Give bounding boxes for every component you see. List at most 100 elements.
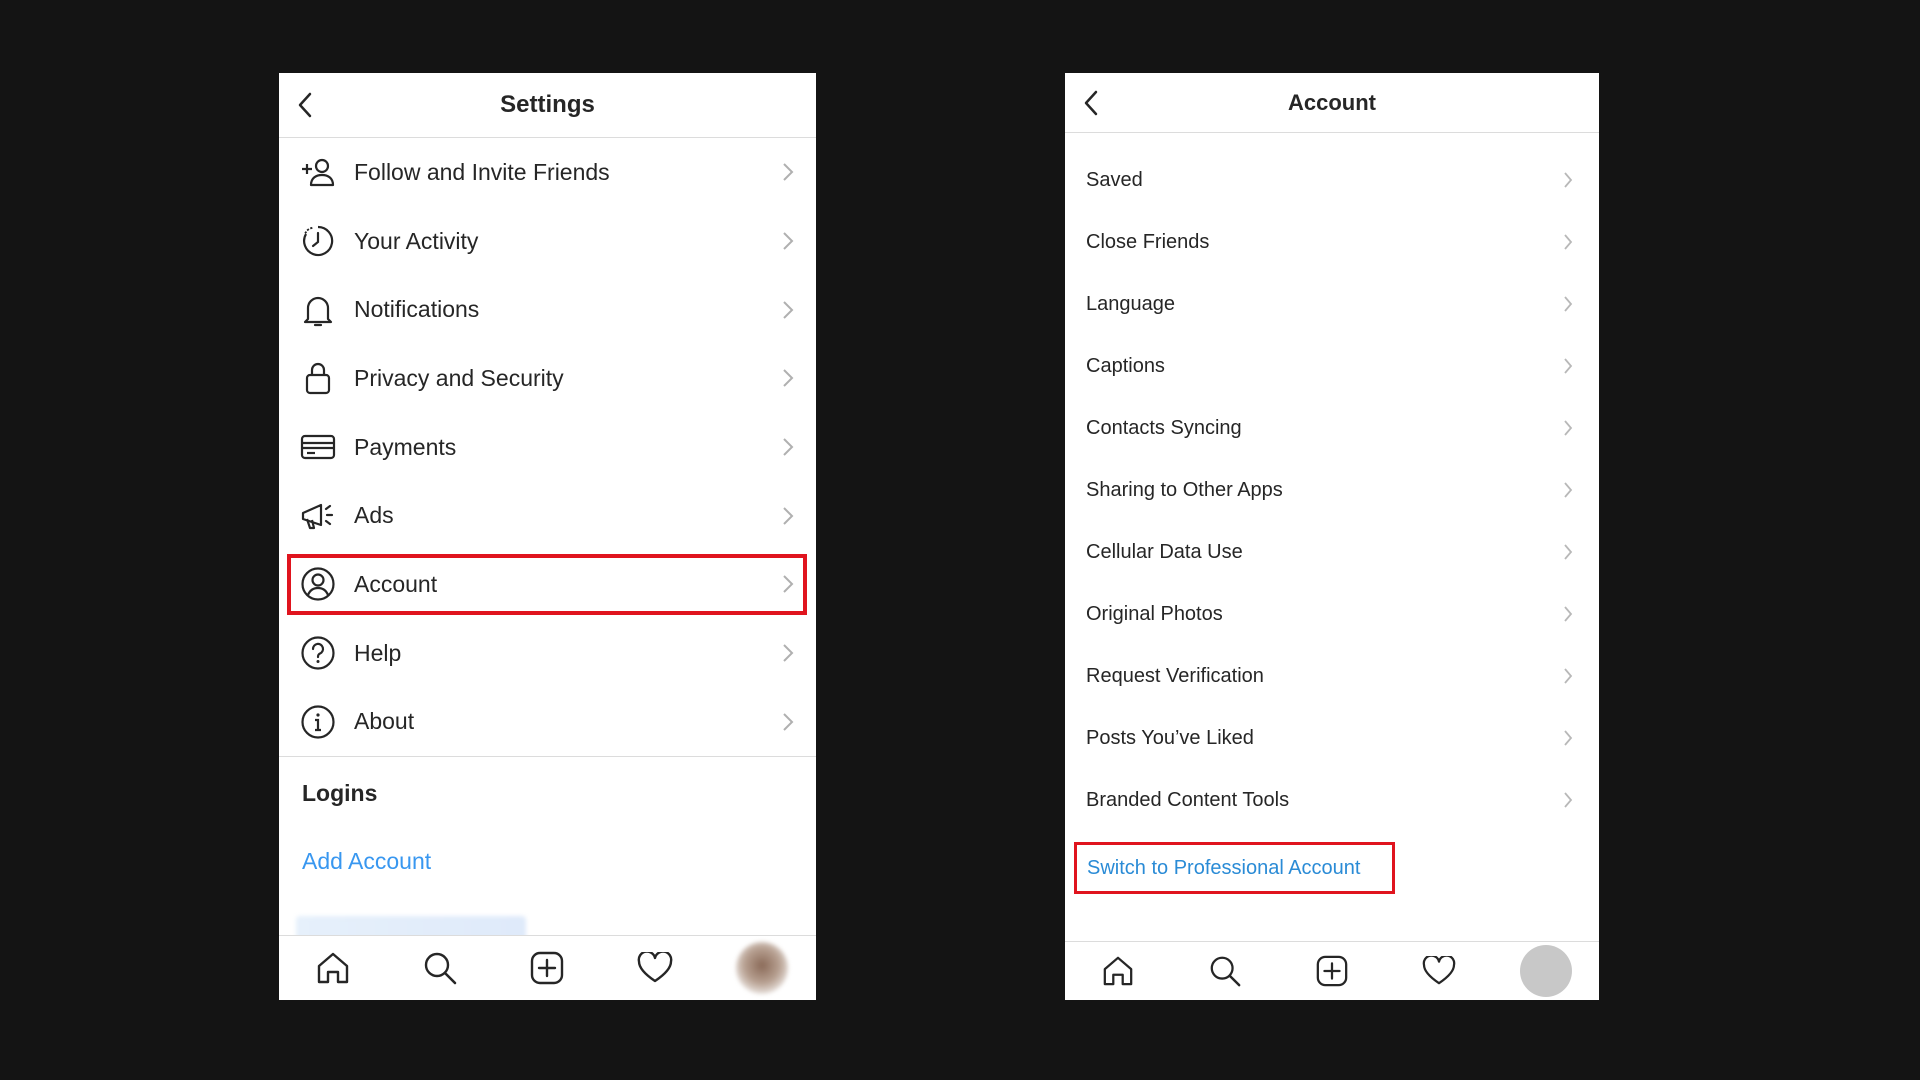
settings-item-follow-invite[interactable]: Follow and Invite Friends [279, 138, 816, 207]
chevron-right-icon [1563, 604, 1577, 624]
add-post-icon [1316, 955, 1348, 987]
chevron-right-icon [1563, 232, 1577, 252]
account-header: Account [1065, 73, 1599, 133]
account-item-label: Original Photos [1086, 602, 1223, 625]
account-icon [299, 565, 337, 603]
avatar [1519, 945, 1572, 997]
settings-item-account[interactable]: Account [279, 550, 816, 619]
account-item-branded-content[interactable]: Branded Content Tools [1065, 769, 1599, 831]
add-account-link[interactable]: Add Account [302, 848, 431, 875]
bottom-tab-bar [1065, 941, 1599, 1000]
chevron-right-icon [782, 712, 796, 732]
settings-item-your-activity[interactable]: Your Activity [279, 207, 816, 276]
account-item-label: Contacts Syncing [1086, 416, 1242, 439]
tab-home[interactable] [1088, 946, 1148, 996]
settings-item-label: About [354, 708, 415, 735]
section-divider [279, 756, 816, 758]
account-item-label: Cellular Data Use [1086, 540, 1243, 563]
info-icon [299, 703, 337, 741]
account-item-label: Saved [1086, 168, 1143, 191]
account-item-close-friends[interactable]: Close Friends [1065, 211, 1599, 273]
account-list: Saved Close Friends Language Captions Co… [1065, 133, 1599, 831]
chevron-right-icon [1563, 542, 1577, 562]
chevron-right-icon [782, 643, 796, 663]
page-title: Settings [500, 91, 595, 118]
settings-item-label: Follow and Invite Friends [354, 158, 610, 185]
settings-list: Follow and Invite Friends Your Activity … [279, 138, 816, 758]
settings-item-notifications[interactable]: Notifications [279, 275, 816, 344]
settings-screen: Settings Follow and Invite Friends Your … [279, 73, 816, 1000]
settings-item-about[interactable]: About [279, 688, 816, 757]
chevron-right-icon [782, 368, 796, 388]
settings-item-ads[interactable]: Ads [279, 481, 816, 550]
tab-search[interactable] [1195, 946, 1255, 996]
chevron-right-icon [782, 437, 796, 457]
activity-icon [299, 222, 337, 260]
chevron-right-icon [1563, 728, 1577, 748]
account-item-label: Request Verification [1086, 664, 1264, 687]
settings-item-help[interactable]: Help [279, 619, 816, 688]
account-item-saved[interactable]: Saved [1065, 149, 1599, 211]
account-item-label: Posts You’ve Liked [1086, 726, 1254, 749]
account-screen: Account Saved Close Friends Language Cap… [1065, 73, 1599, 1000]
account-item-captions[interactable]: Captions [1065, 335, 1599, 397]
settings-item-label: Payments [354, 433, 457, 460]
account-item-label: Language [1086, 292, 1175, 315]
megaphone-icon [299, 497, 337, 535]
tab-search[interactable] [410, 943, 470, 993]
chevron-right-icon [1563, 170, 1577, 190]
account-item-cellular-data[interactable]: Cellular Data Use [1065, 521, 1599, 583]
tab-new-post[interactable] [517, 943, 577, 993]
chevron-right-icon [1563, 356, 1577, 376]
settings-item-label: Ads [354, 502, 394, 529]
home-icon [1104, 956, 1133, 986]
home-icon [317, 952, 348, 984]
tab-home[interactable] [303, 943, 363, 993]
heart-icon [637, 952, 673, 983]
lock-icon [299, 359, 337, 397]
chevron-right-icon [782, 506, 796, 526]
tab-new-post[interactable] [1302, 946, 1362, 996]
settings-item-label: Notifications [354, 296, 480, 323]
settings-item-label: Your Activity [354, 227, 479, 254]
page-title: Account [1288, 89, 1376, 115]
chevron-right-icon [1563, 666, 1577, 686]
account-item-language[interactable]: Language [1065, 273, 1599, 335]
account-item-label: Branded Content Tools [1086, 788, 1290, 811]
search-icon [1210, 956, 1241, 987]
heart-icon [1422, 956, 1456, 985]
card-icon [299, 428, 337, 466]
search-icon [424, 952, 457, 985]
account-item-contacts-syncing[interactable]: Contacts Syncing [1065, 397, 1599, 459]
chevron-right-icon [1563, 294, 1577, 314]
add-post-icon [531, 951, 564, 985]
account-item-label: Sharing to Other Apps [1086, 478, 1283, 501]
switch-professional-account-link[interactable]: Switch to Professional Account [1074, 842, 1395, 894]
chevron-right-icon [1563, 790, 1577, 810]
settings-item-label: Account [354, 570, 438, 597]
chevron-right-icon [1563, 418, 1577, 438]
tab-activity[interactable] [625, 943, 685, 993]
chevron-right-icon [782, 574, 796, 594]
avatar [736, 942, 789, 994]
settings-item-label: Privacy and Security [354, 364, 564, 391]
tab-activity[interactable] [1409, 946, 1469, 996]
settings-item-label: Help [354, 639, 402, 666]
chevron-right-icon [782, 162, 796, 182]
account-item-label: Close Friends [1086, 230, 1210, 253]
account-item-label: Captions [1086, 354, 1165, 377]
bell-icon [299, 291, 337, 329]
add-friend-icon [299, 153, 337, 191]
tab-profile[interactable] [1516, 945, 1576, 997]
account-item-request-verification[interactable]: Request Verification [1065, 645, 1599, 707]
account-item-original-photos[interactable]: Original Photos [1065, 583, 1599, 645]
account-item-sharing-other-apps[interactable]: Sharing to Other Apps [1065, 459, 1599, 521]
help-icon [299, 634, 337, 672]
tab-profile[interactable] [732, 942, 792, 994]
bottom-tab-bar [279, 935, 816, 1000]
chevron-right-icon [782, 231, 796, 251]
settings-item-payments[interactable]: Payments [279, 413, 816, 482]
settings-item-privacy-security[interactable]: Privacy and Security [279, 344, 816, 413]
account-item-posts-liked[interactable]: Posts You’ve Liked [1065, 707, 1599, 769]
chevron-right-icon [1563, 480, 1577, 500]
